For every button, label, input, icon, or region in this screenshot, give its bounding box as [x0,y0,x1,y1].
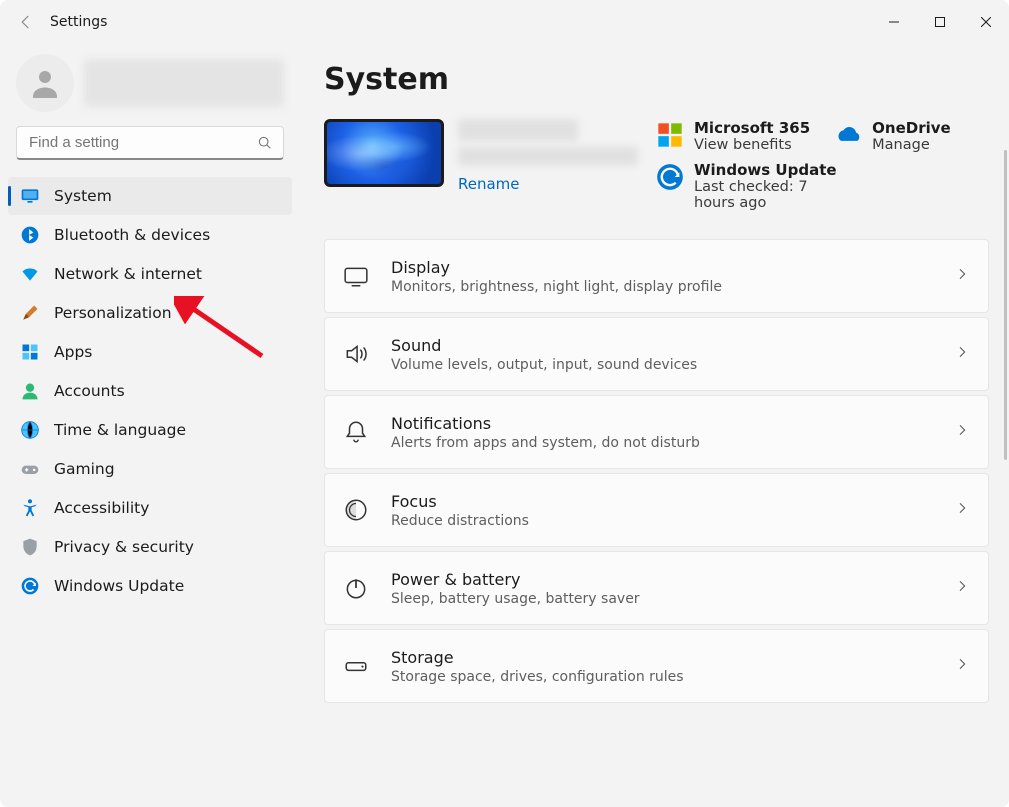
rename-pc-link[interactable]: Rename [458,175,638,193]
card-title: Focus [391,492,954,511]
sidebar-item-label: Privacy & security [54,538,194,556]
apps-icon [20,342,40,362]
sidebar-item-apps[interactable]: Apps [8,333,292,371]
search-field[interactable] [16,126,284,160]
tile-subtitle: View benefits [694,137,810,153]
storage-icon [343,653,369,679]
setting-card-sound[interactable]: Sound Volume levels, output, input, soun… [324,317,989,391]
device-model-redacted [458,147,638,165]
shield-icon [20,537,40,557]
bell-icon [343,419,369,445]
sidebar-item-label: Apps [54,343,92,361]
sidebar-item-accessibility[interactable]: Accessibility [8,489,292,527]
user-name-redacted [84,59,284,107]
sidebar-item-bluetooth[interactable]: Bluetooth & devices [8,216,292,254]
card-subtitle: Sleep, battery usage, battery saver [391,591,954,607]
sidebar-item-label: Bluetooth & devices [54,226,210,244]
sidebar-item-label: Accessibility [54,499,149,517]
chevron-right-icon [954,656,970,676]
update-icon [656,163,684,191]
sidebar-item-accounts[interactable]: Accounts [8,372,292,410]
microsoft-365-tile[interactable]: Microsoft 365 View benefits [656,119,810,153]
chevron-right-icon [954,578,970,598]
chevron-right-icon [954,266,970,286]
chevron-right-icon [954,344,970,364]
minimize-button[interactable] [871,6,917,38]
page-title: System [324,62,997,97]
titlebar: Settings [0,0,1009,44]
sound-icon [343,341,369,367]
bluetooth-icon [20,225,40,245]
chevron-right-icon [954,422,970,442]
card-title: Power & battery [391,570,954,589]
card-subtitle: Reduce distractions [391,513,954,529]
paintbrush-icon [20,303,40,323]
sidebar-item-privacy[interactable]: Privacy & security [8,528,292,566]
card-subtitle: Alerts from apps and system, do not dist… [391,435,954,451]
windows-update-tile[interactable]: Windows Update Last checked: 7 hours ago [656,161,846,211]
search-icon [257,135,273,151]
sidebar-item-windows-update[interactable]: Windows Update [8,567,292,605]
tile-title: Microsoft 365 [694,119,810,137]
tile-subtitle: Manage [872,137,951,153]
card-title: Display [391,258,954,277]
card-subtitle: Storage space, drives, configuration rul… [391,669,954,685]
setting-card-display[interactable]: Display Monitors, brightness, night ligh… [324,239,989,313]
sidebar-item-label: Time & language [54,421,186,439]
onedrive-tile[interactable]: OneDrive Manage [834,119,951,153]
sidebar-item-label: Accounts [54,382,125,400]
avatar [16,54,74,112]
accessibility-icon [20,498,40,518]
sidebar-item-network[interactable]: Network & internet [8,255,292,293]
card-subtitle: Monitors, brightness, night light, displ… [391,279,954,295]
microsoft-365-icon [656,121,684,149]
system-icon [20,186,40,206]
chevron-right-icon [954,500,970,520]
setting-card-storage[interactable]: Storage Storage space, drives, configura… [324,629,989,703]
sidebar-item-label: Windows Update [54,577,184,595]
desktop-wallpaper-thumbnail [324,119,444,187]
device-name-redacted [458,119,578,141]
globe-clock-icon [20,420,40,440]
wifi-icon [20,264,40,284]
main-content: System Rename [300,44,1009,807]
close-button[interactable] [963,6,1009,38]
device-block[interactable]: Rename [324,119,638,211]
setting-card-power[interactable]: Power & battery Sleep, battery usage, ba… [324,551,989,625]
maximize-button[interactable] [917,6,963,38]
gamepad-icon [20,459,40,479]
display-icon [343,263,369,289]
focus-icon [343,497,369,523]
onedrive-icon [834,121,862,149]
app-title: Settings [50,14,107,30]
sidebar-item-system[interactable]: System [8,177,292,215]
card-subtitle: Volume levels, output, input, sound devi… [391,357,954,373]
setting-card-notifications[interactable]: Notifications Alerts from apps and syste… [324,395,989,469]
sidebar-item-label: Gaming [54,460,115,478]
card-title: Notifications [391,414,954,433]
card-title: Storage [391,648,954,667]
person-icon [20,381,40,401]
power-icon [343,575,369,601]
sidebar-item-time-language[interactable]: Time & language [8,411,292,449]
card-title: Sound [391,336,954,355]
tile-title: OneDrive [872,119,951,137]
sidebar-item-label: Network & internet [54,265,202,283]
sidebar-item-gaming[interactable]: Gaming [8,450,292,488]
sidebar-item-label: Personalization [54,304,172,322]
tile-title: Windows Update [694,161,846,179]
back-button[interactable] [8,4,44,40]
sidebar-item-label: System [54,187,112,205]
sidebar-item-personalization[interactable]: Personalization [8,294,292,332]
sidebar: System Bluetooth & devices Network & int… [0,44,300,807]
setting-card-focus[interactable]: Focus Reduce distractions [324,473,989,547]
tile-subtitle: Last checked: 7 hours ago [694,179,846,211]
search-input[interactable] [27,133,257,152]
scrollbar[interactable] [1004,150,1007,460]
update-icon [20,576,40,596]
user-account-block[interactable] [0,48,300,126]
